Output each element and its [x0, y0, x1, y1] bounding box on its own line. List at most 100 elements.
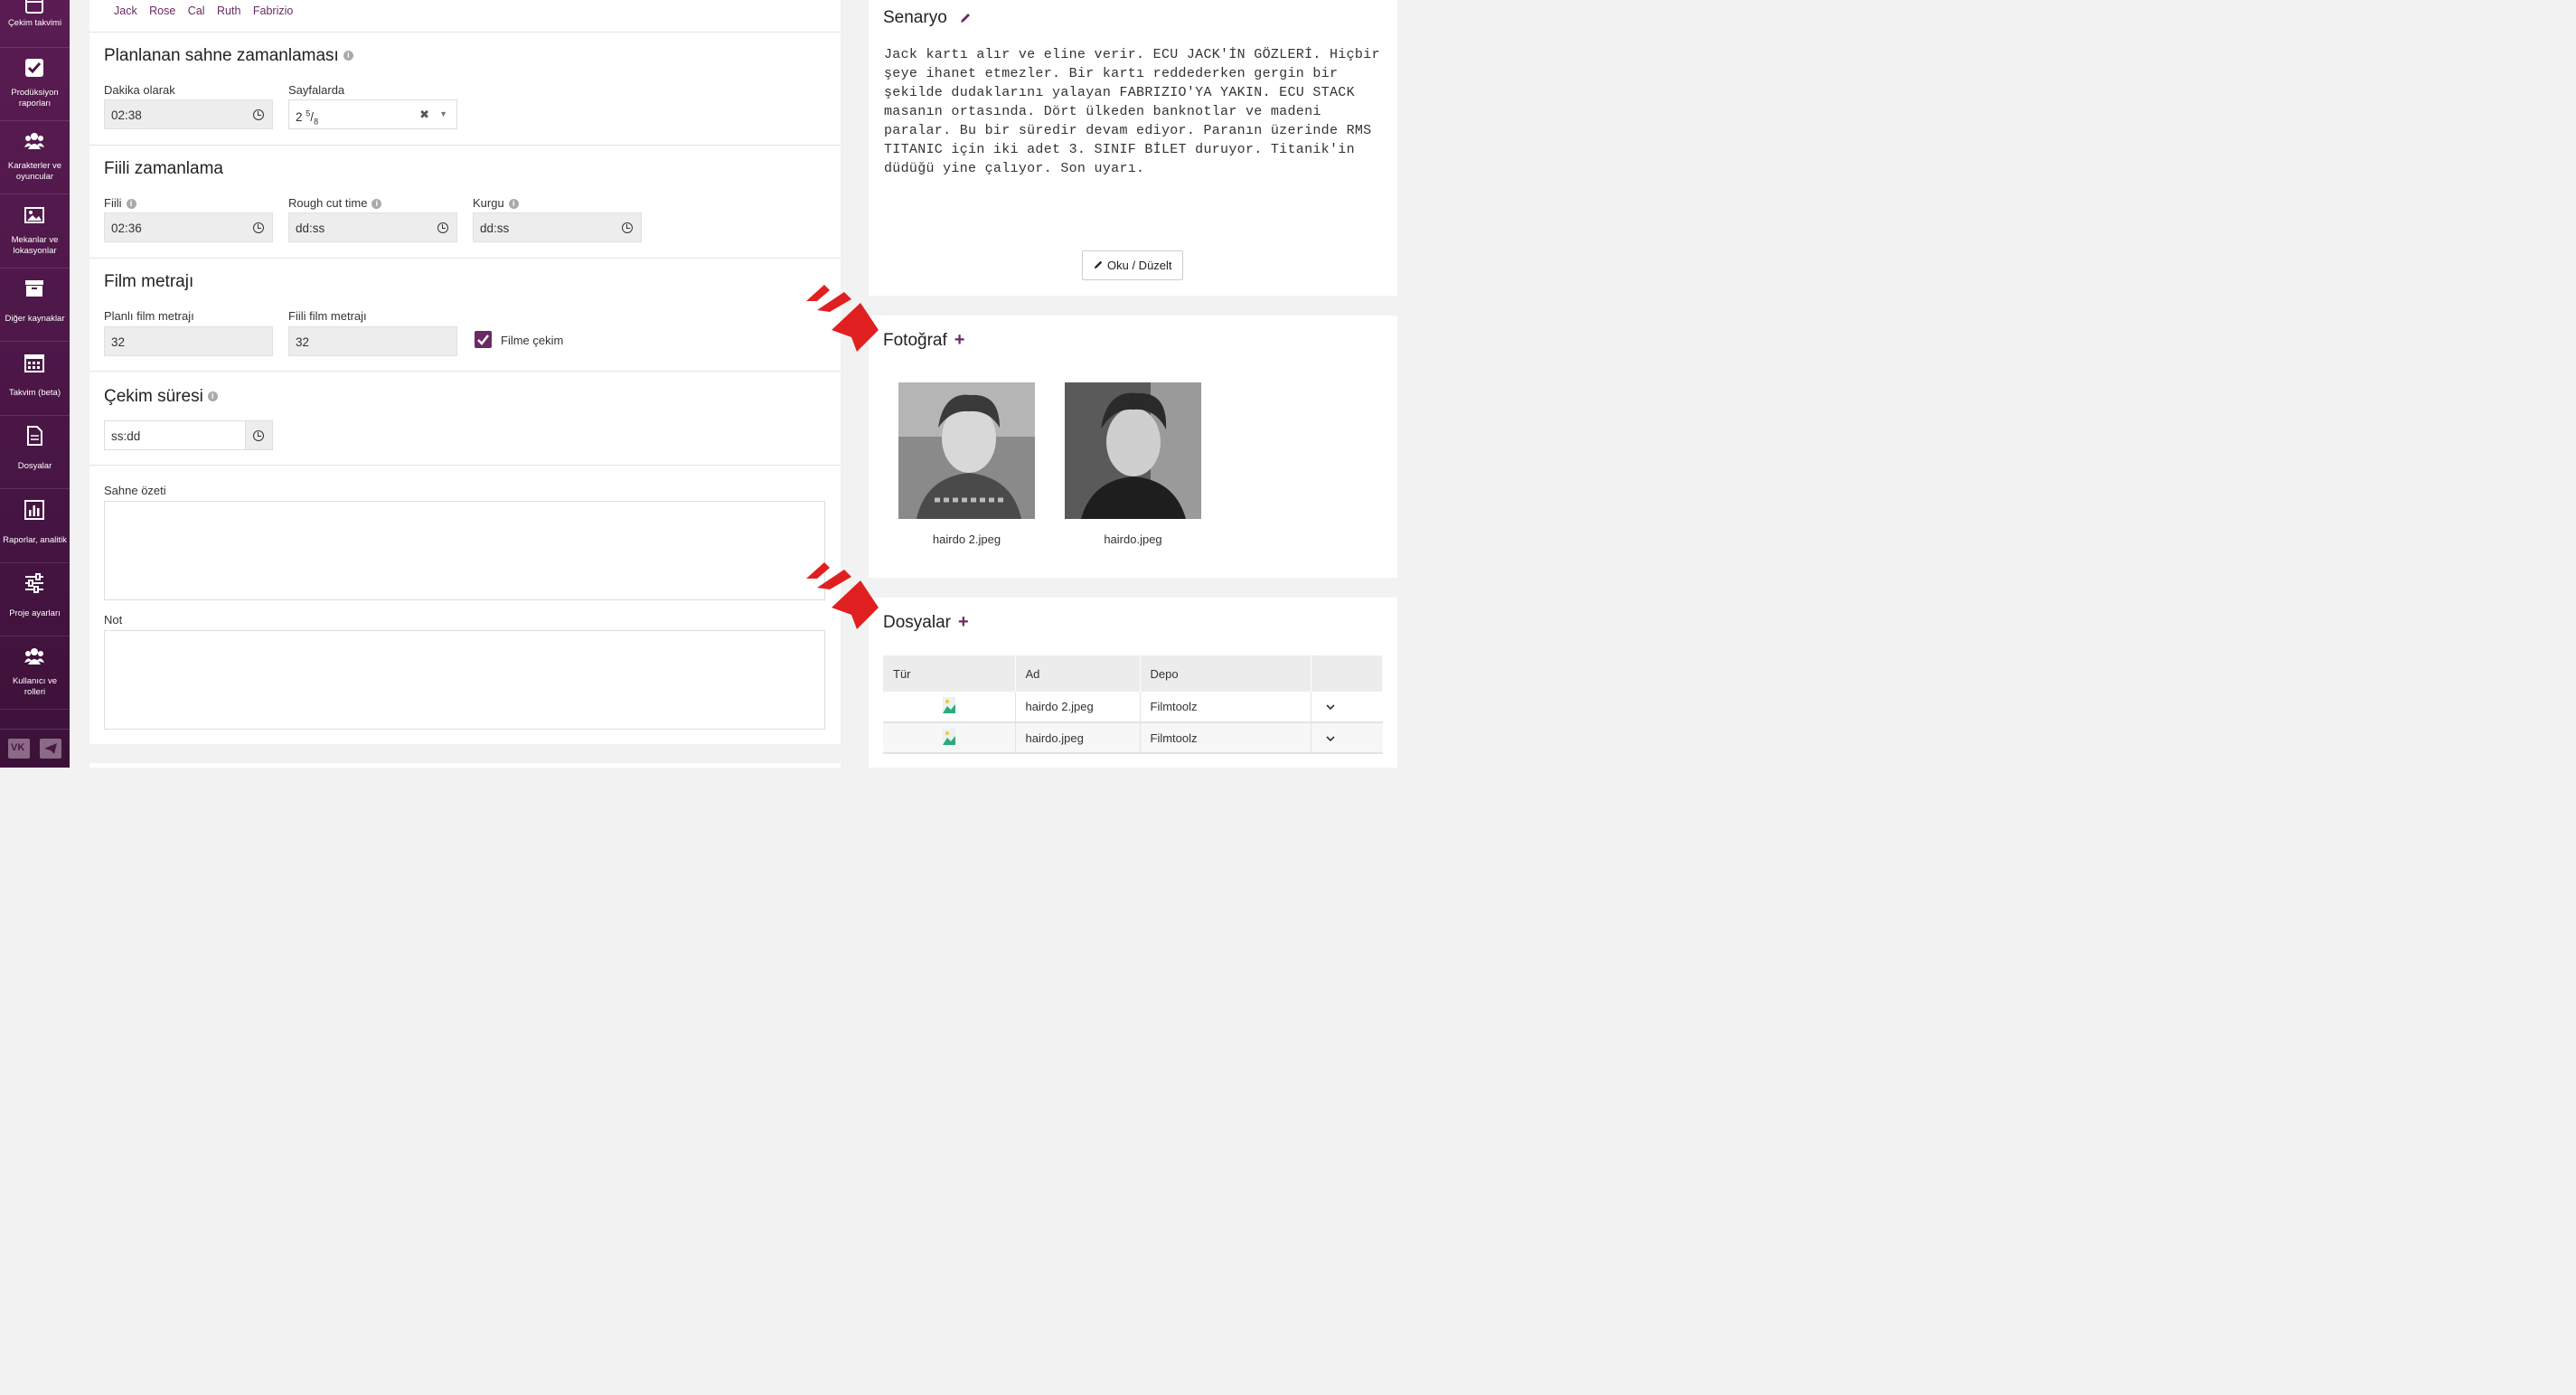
file-name[interactable]: hairdo 2.jpeg: [1015, 692, 1141, 723]
clock-icon[interactable]: [253, 222, 264, 233]
sidebar-item-production-reports[interactable]: Prodüksiyon raporları: [0, 48, 70, 121]
photo-caption: hairdo.jpeg: [1104, 533, 1162, 546]
edit-field[interactable]: dd:ss: [473, 212, 642, 242]
sidebar-item-users-roles[interactable]: Kullanıcı ve rolleri: [0, 636, 70, 710]
row-actions[interactable]: [1311, 692, 1383, 723]
photo-thumbnail[interactable]: [1065, 382, 1201, 519]
sidebar-item-label: Takvim (beta): [8, 388, 61, 398]
planned-footage-field[interactable]: 32: [104, 326, 273, 356]
calendar-grid-icon: [24, 354, 44, 372]
file-name[interactable]: hairdo.jpeg: [1015, 722, 1141, 754]
section-title: Planlanan sahne zamanlaması i: [104, 46, 353, 66]
telegram-icon[interactable]: [40, 739, 61, 759]
character-link[interactable]: Cal: [188, 5, 205, 17]
pages-label: Sayfalarda: [288, 83, 345, 97]
sidebar-item-reports[interactable]: Raporlar, analitik: [0, 490, 70, 563]
planned-footage-value: 32: [111, 335, 126, 349]
character-link[interactable]: Rose: [149, 5, 175, 17]
info-icon[interactable]: i: [343, 51, 353, 61]
photo-panel: Fotoğraf + hairdo 2.jpeg hairdo.jpeg: [869, 316, 1397, 578]
calendar-icon: [25, 0, 43, 14]
actual-field[interactable]: 02:36: [104, 212, 273, 242]
filmed-checkbox[interactable]: [475, 331, 492, 348]
sidebar-item-label: Raporlar, analitik: [3, 535, 67, 545]
sidebar-item-label: Mekanlar ve lokasyonlar: [11, 235, 59, 256]
clock-button[interactable]: [245, 421, 272, 449]
column-header: Ad: [1015, 655, 1141, 692]
photo-title: Fotoğraf: [883, 331, 947, 350]
archive-icon: [25, 280, 43, 297]
info-icon[interactable]: i: [508, 199, 519, 210]
sidebar-item-label: Kullanıcı ve rolleri: [12, 676, 58, 697]
sidebar: Çekim takvimi Prodüksiyon raporları Kara…: [0, 0, 70, 768]
edit-label: Kurgu i: [473, 196, 519, 210]
sidebar-item-calendar-beta[interactable]: Takvim (beta): [0, 343, 70, 416]
pencil-icon: [1094, 260, 1103, 269]
actual-value: 02:36: [111, 222, 142, 235]
red-arrow-icon: [806, 562, 879, 629]
next-panel: [89, 763, 841, 768]
footage-section: Film metrajı Planlı film metrajı 32 Fiil…: [89, 259, 841, 371]
actual-footage-value: 32: [296, 335, 310, 349]
vk-icon[interactable]: VK: [8, 739, 30, 759]
read-edit-label: Oku / Düzelt: [1107, 259, 1172, 272]
chevron-down-icon[interactable]: ▼: [439, 109, 447, 118]
minutes-field[interactable]: 02:38: [104, 99, 273, 129]
row-actions[interactable]: [1311, 722, 1383, 754]
minutes-label: Dakika olarak: [104, 83, 175, 97]
clock-icon[interactable]: [437, 222, 448, 233]
chevron-down-icon[interactable]: [1325, 704, 1335, 711]
add-photo-button[interactable]: +: [954, 330, 965, 350]
pencil-icon[interactable]: [959, 12, 972, 24]
clock-icon[interactable]: [253, 109, 264, 120]
sidebar-item-files[interactable]: Dosyalar: [0, 416, 70, 489]
sidebar-item-label: Dosyalar: [17, 461, 52, 471]
info-icon[interactable]: i: [371, 199, 382, 210]
sidebar-item-characters[interactable]: Karakterler ve oyuncular: [0, 121, 70, 194]
add-file-button[interactable]: +: [958, 612, 969, 632]
users-icon: [24, 133, 44, 149]
rough-cut-label: Rough cut time i: [288, 196, 382, 210]
actual-footage-field[interactable]: 32: [288, 326, 457, 356]
note-label: Not: [104, 613, 123, 627]
sidebar-item-other-resources[interactable]: Diğer kaynaklar: [0, 269, 70, 342]
summary-textarea[interactable]: [104, 501, 825, 600]
info-icon[interactable]: i: [207, 391, 218, 402]
section-title: Fiili zamanlama: [104, 159, 223, 178]
shoot-duration-field[interactable]: ss:dd: [104, 420, 273, 450]
sidebar-item-shooting-schedule[interactable]: Çekim takvimi: [0, 0, 70, 48]
character-link[interactable]: Jack: [114, 5, 137, 17]
pages-select[interactable]: 2 5/8 ✖ ▼: [288, 99, 457, 129]
actual-label: Fiili i: [104, 196, 136, 210]
planned-timing-section: Planlanan sahne zamanlaması i Dakika olar…: [89, 33, 841, 145]
portrait-image: [898, 382, 1035, 519]
edit-value: dd:ss: [480, 222, 510, 235]
info-icon[interactable]: i: [126, 199, 136, 210]
filmed-label: Filme çekim: [501, 334, 564, 347]
table-row[interactable]: hairdo 2.jpeg Filmtoolz: [883, 692, 1383, 723]
table-row[interactable]: hairdo.jpeg Filmtoolz: [883, 722, 1383, 754]
photo-thumbnail[interactable]: [898, 382, 1035, 519]
sidebar-item-project-settings[interactable]: Proje ayarları: [0, 563, 70, 636]
character-link[interactable]: Ruth: [217, 5, 240, 17]
script-text: Jack kartı alır ve eline verir. ECU JACK…: [884, 47, 1380, 176]
script-title-row: Senaryo: [883, 8, 972, 28]
clear-icon[interactable]: ✖: [419, 108, 429, 122]
sidebar-item-locations[interactable]: Mekanlar ve lokasyonlar: [0, 195, 70, 269]
file-storage: Filmtoolz: [1140, 722, 1312, 754]
chevron-down-icon[interactable]: [1325, 735, 1335, 742]
section-title: Çekim süresi i: [104, 387, 218, 407]
file-type-cell: [883, 692, 1016, 723]
file-icon: [27, 426, 42, 446]
rough-cut-value: dd:ss: [296, 222, 325, 235]
column-header: Tür: [883, 655, 1016, 692]
read-edit-button[interactable]: Oku / Düzelt: [1082, 250, 1183, 280]
actual-timing-section: Fiili zamanlama Fiili i 02:36 Rough cut t…: [89, 146, 841, 258]
red-arrow-icon: [806, 285, 879, 352]
sidebar-item-label: Diğer kaynaklar: [5, 314, 65, 324]
note-textarea[interactable]: [104, 630, 825, 730]
shoot-duration-section: Çekim süresi i ss:dd: [89, 372, 841, 465]
clock-icon[interactable]: [622, 222, 633, 233]
character-link[interactable]: Fabrizio: [253, 5, 293, 17]
rough-cut-field[interactable]: dd:ss: [288, 212, 457, 242]
